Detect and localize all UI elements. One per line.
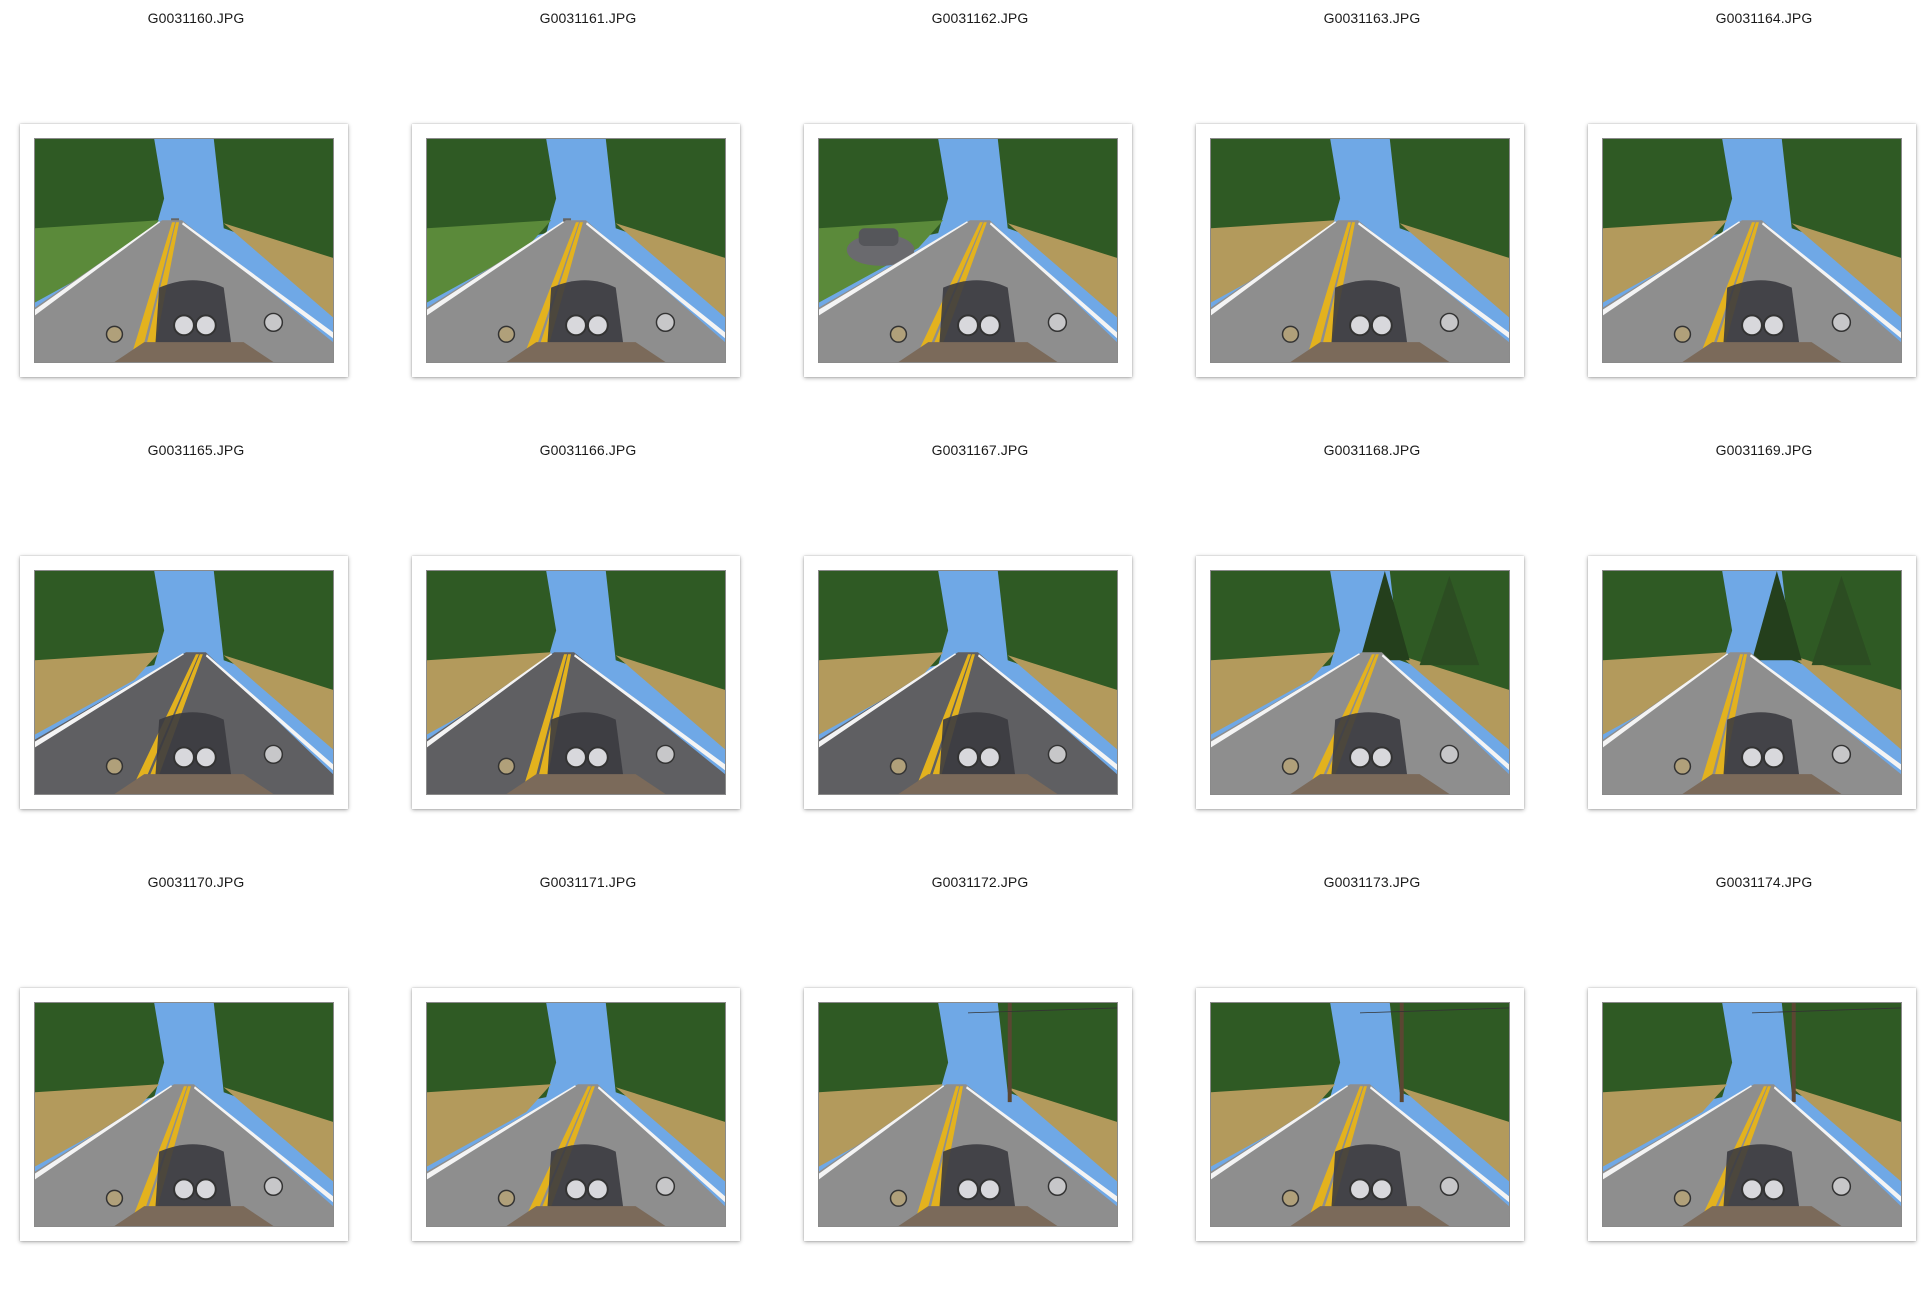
road-photo-thumbnail: [34, 1002, 334, 1227]
road-photo-thumbnail: [1210, 570, 1510, 795]
thumbnail-cell[interactable]: G0031173.JPG: [1176, 864, 1568, 1296]
thumbnail-cell[interactable]: G0031161.JPG: [392, 0, 784, 432]
thumbnail-cell[interactable]: G0031163.JPG: [1176, 0, 1568, 432]
thumbnail-cell[interactable]: G0031172.JPG: [784, 864, 1176, 1296]
road-photo-thumbnail: [1210, 138, 1510, 363]
thumbnail-cell[interactable]: G0031166.JPG: [392, 432, 784, 864]
file-name-label: G0031169.JPG: [1715, 442, 1813, 458]
thumbnail-cell[interactable]: G0031169.JPG: [1568, 432, 1931, 864]
file-name-label: G0031170.JPG: [147, 874, 245, 890]
thumbnail-frame[interactable]: [1588, 988, 1916, 1241]
file-name-label: G0031167.JPG: [931, 442, 1029, 458]
thumbnail-frame[interactable]: [412, 124, 740, 377]
thumbnail-frame[interactable]: [412, 556, 740, 809]
file-name-label: G0031165.JPG: [147, 442, 245, 458]
road-photo-thumbnail: [1602, 138, 1902, 363]
file-name-label: G0031168.JPG: [1323, 442, 1421, 458]
road-photo-thumbnail: [1210, 1002, 1510, 1227]
road-photo-thumbnail: [426, 138, 726, 363]
thumbnail-frame[interactable]: [20, 988, 348, 1241]
thumbnail-frame[interactable]: [1196, 124, 1524, 377]
file-name-label: G0031163.JPG: [1323, 10, 1421, 26]
thumbnail-frame[interactable]: [412, 988, 740, 1241]
thumbnail-frame[interactable]: [1588, 124, 1916, 377]
thumbnail-frame[interactable]: [1196, 988, 1524, 1241]
thumbnail-cell[interactable]: G0031162.JPG: [784, 0, 1176, 432]
thumbnail-cell[interactable]: G0031170.JPG: [0, 864, 392, 1296]
thumbnail-cell[interactable]: G0031167.JPG: [784, 432, 1176, 864]
road-photo-thumbnail: [818, 1002, 1118, 1227]
thumbnail-cell[interactable]: G0031165.JPG: [0, 432, 392, 864]
thumbnail-cell[interactable]: G0031168.JPG: [1176, 432, 1568, 864]
file-name-label: G0031171.JPG: [539, 874, 637, 890]
road-photo-thumbnail: [818, 138, 1118, 363]
road-photo-thumbnail: [818, 570, 1118, 795]
thumbnail-frame[interactable]: [20, 556, 348, 809]
road-photo-thumbnail: [34, 138, 334, 363]
thumbnail-frame[interactable]: [1588, 556, 1916, 809]
thumbnail-cell[interactable]: G0031160.JPG: [0, 0, 392, 432]
file-name-label: G0031160.JPG: [147, 10, 245, 26]
file-name-label: G0031172.JPG: [931, 874, 1029, 890]
road-photo-thumbnail: [34, 570, 334, 795]
file-name-label: G0031166.JPG: [539, 442, 637, 458]
road-photo-thumbnail: [426, 1002, 726, 1227]
file-name-label: G0031164.JPG: [1715, 10, 1813, 26]
thumbnail-frame[interactable]: [804, 124, 1132, 377]
thumbnail-frame[interactable]: [1196, 556, 1524, 809]
file-name-label: G0031161.JPG: [539, 10, 637, 26]
thumbnail-cell[interactable]: G0031164.JPG: [1568, 0, 1931, 432]
road-photo-thumbnail: [426, 570, 726, 795]
road-photo-thumbnail: [1602, 1002, 1902, 1227]
file-name-label: G0031162.JPG: [931, 10, 1029, 26]
thumbnail-frame[interactable]: [804, 988, 1132, 1241]
thumbnail-cell[interactable]: G0031174.JPG: [1568, 864, 1931, 1296]
file-name-label: G0031173.JPG: [1323, 874, 1421, 890]
thumbnail-cell[interactable]: G0031171.JPG: [392, 864, 784, 1296]
thumbnail-frame[interactable]: [804, 556, 1132, 809]
file-name-label: G0031174.JPG: [1715, 874, 1813, 890]
photo-grid: G0031160.JPG G0031161.JPG G0031162.JPG G…: [0, 0, 1931, 1302]
road-photo-thumbnail: [1602, 570, 1902, 795]
thumbnail-frame[interactable]: [20, 124, 348, 377]
